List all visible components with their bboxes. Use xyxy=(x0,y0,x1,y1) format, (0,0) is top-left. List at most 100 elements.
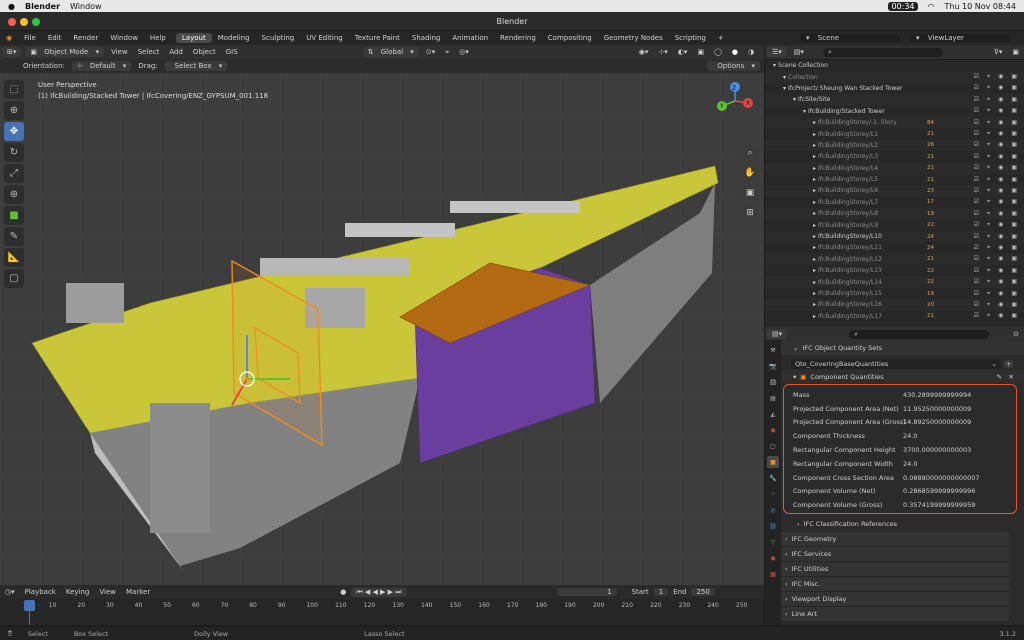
xray-icon[interactable]: ▣ xyxy=(692,48,709,56)
outliner-row[interactable]: ▸ IfcBuildingStorey/-1. Story 84 ☑ ⌖ ◉ ▣ xyxy=(765,116,1024,129)
visibility-toggles-icon[interactable]: ☑ ⌖ ◉ ▣ xyxy=(974,164,1020,172)
tab-sculpting[interactable]: Sculpting xyxy=(256,33,301,43)
outliner-row[interactable]: ▸ IfcBuildingStorey/L14 22 ☑ ⌖ ◉ ▣ xyxy=(765,276,1024,288)
timeline-ruler[interactable]: 1102030405060708090100110120130140150160… xyxy=(0,585,764,625)
outliner-row[interactable]: ▸ IfcBuildingStorey/L11 24 ☑ ⌖ ◉ ▣ xyxy=(765,242,1024,253)
properties-editor-type-button[interactable]: ▤▾ xyxy=(767,329,788,339)
camera-view-icon[interactable]: ▣ xyxy=(742,185,758,201)
outliner-row[interactable]: ▸ IfcBuildingStorey/L15 19 ☑ ⌖ ◉ ▣ xyxy=(765,288,1024,299)
visibility-toggles-icon[interactable]: ☑ ⌖ ◉ ▣ xyxy=(974,73,1020,81)
overlay-icon[interactable]: ◐▾ xyxy=(673,48,693,56)
outliner-row[interactable]: ▸ IfcBuildingStorey/L12 21 ☑ ⌖ ◉ ▣ xyxy=(765,253,1024,266)
tab-geometry-nodes[interactable]: Geometry Nodes xyxy=(598,33,669,43)
outliner-row[interactable]: ▸ IfcBuildingStorey/L9 22 ☑ ⌖ ◉ ▣ xyxy=(765,219,1024,230)
quantity-value[interactable]: 0.3574199999999959 xyxy=(903,501,975,509)
outliner-editor-type-button[interactable]: ☰▾ xyxy=(767,47,787,57)
remove-icon[interactable]: ✕ xyxy=(1009,373,1014,381)
outliner-row[interactable]: ▸ IfcBuildingStorey/L10 24 ☑ ⌖ ◉ ▣ xyxy=(765,230,1024,243)
visibility-toggles-icon[interactable]: ☑ ⌖ ◉ ▣ xyxy=(974,153,1020,161)
perspective-toggle-icon[interactable]: ⊞ xyxy=(742,205,758,221)
transform-tool-icon[interactable]: ⊛ xyxy=(4,185,24,204)
panel-ifc-utilities[interactable]: › IFC Utilities xyxy=(773,562,1009,577)
menu-help[interactable]: Help xyxy=(144,34,172,42)
outliner-row[interactable]: ▸ IfcBuildingStorey/L16 20 ☑ ⌖ ◉ ▣ xyxy=(765,299,1024,311)
expand-arrow-icon[interactable]: ▸ xyxy=(813,187,816,194)
shading-render-icon[interactable]: ◕▾ xyxy=(759,48,764,56)
shading-solid-icon[interactable]: ● xyxy=(727,48,743,56)
expand-arrow-icon[interactable]: ▾ xyxy=(783,74,786,81)
outliner-row[interactable]: ▾ IfcProject/ Sheung Wan Stacked Tower ☑ … xyxy=(765,83,1024,94)
expand-arrow-icon[interactable]: ▸ xyxy=(813,233,816,240)
outliner-search-input[interactable]: ⌕ xyxy=(822,47,943,57)
select-box-icon[interactable]: ⬚ xyxy=(4,80,24,99)
pan-hand-icon[interactable]: ✋ xyxy=(742,165,758,181)
quantity-value[interactable]: 0.08880000000000007 xyxy=(903,474,980,482)
outliner-row[interactable]: ▸ IfcBuildingStorey/L6 23 ☑ ⌖ ◉ ▣ xyxy=(765,185,1024,197)
visibility-toggles-icon[interactable]: ☑ ⌖ ◉ ▣ xyxy=(974,84,1020,92)
apple-icon[interactable]: ● xyxy=(8,2,15,11)
outliner-row[interactable]: ▾ IfcSite/Site ☑ ⌖ ◉ ▣ xyxy=(765,94,1024,106)
timeline[interactable]: ◷▾ Playback Keying View Marker ● ⏮ ◀ ◀ ▶… xyxy=(0,585,764,625)
interior-wall-2[interactable] xyxy=(345,223,455,237)
visibility-toggles-icon[interactable]: ☑ ⌖ ◉ ▣ xyxy=(974,141,1020,149)
outliner-row[interactable]: ▸ IfcBuildingStorey/L3 21 ☑ ⌖ ◉ ▣ xyxy=(765,151,1024,162)
minimize-window-button[interactable] xyxy=(20,18,28,26)
visibility-toggles-icon[interactable]: ☑ ⌖ ◉ ▣ xyxy=(974,96,1020,104)
orientation-dropdown[interactable]: ⊹ Default ▾ xyxy=(71,61,132,71)
maximize-window-button[interactable] xyxy=(32,18,40,26)
tab-rendering[interactable]: Rendering xyxy=(494,33,542,43)
filter-icon[interactable]: ⊽▾ xyxy=(989,48,1008,56)
visibility-toggles-icon[interactable]: ☑ ⌖ ◉ ▣ xyxy=(974,130,1020,138)
3d-viewport[interactable]: Z X Y User Perspective (1) IfcBuilding/S… xyxy=(0,73,764,585)
expand-arrow-icon[interactable]: ▸ xyxy=(813,119,816,126)
expand-arrow-icon[interactable]: ▸ xyxy=(813,256,816,263)
window-menu[interactable]: Window xyxy=(70,2,102,11)
proportional-edit-icon[interactable]: ◎▾ xyxy=(454,48,474,56)
quantity-value[interactable]: 14.89250000000009 xyxy=(903,418,971,426)
blender-logo-icon[interactable]: ◉ xyxy=(0,34,18,42)
expand-arrow-icon[interactable]: ▸ xyxy=(813,199,816,206)
texture-tab-icon[interactable]: ▦ xyxy=(767,568,779,580)
expand-arrow-icon[interactable]: ▸ xyxy=(813,244,816,251)
outliner-row[interactable]: ▸ IfcBuildingStorey/L2 26 ☑ ⌖ ◉ ▣ xyxy=(765,139,1024,152)
visibility-toggles-icon[interactable]: ☑ ⌖ ◉ ▣ xyxy=(974,107,1020,115)
visibility-toggles-icon[interactable]: ☑ ⌖ ◉ ▣ xyxy=(974,210,1020,218)
outliner-row[interactable]: ▾ Collection ☑ ⌖ ◉ ▣ xyxy=(765,71,1024,83)
collection-tab-icon[interactable]: ▢ xyxy=(767,440,779,452)
panel-ifc-misc[interactable]: › IFC Misc. xyxy=(773,577,1009,592)
app-menu[interactable]: Blender xyxy=(25,2,60,11)
editor-type-button[interactable]: ⊞▾ xyxy=(2,47,22,57)
visibility-toggles-icon[interactable]: ☑ ⌖ ◉ ▣ xyxy=(974,221,1020,229)
outliner-row[interactable]: ▸ IfcBuildingStorey/L13 22 ☑ ⌖ ◉ ▣ xyxy=(765,265,1024,276)
menu-view[interactable]: View xyxy=(106,48,133,56)
options-dropdown[interactable]: Options ▾ xyxy=(707,61,760,71)
outliner-row[interactable]: ▸ IfcBuildingStorey/L5 21 ☑ ⌖ ◉ ▣ xyxy=(765,174,1024,185)
qset-dropdown[interactable]: Qto_CoveringBaseQuantities ⌄ xyxy=(791,358,1001,369)
collection-icon[interactable]: ▾ xyxy=(773,62,776,69)
visibility-toggles-icon[interactable]: ☑ ⌖ ◉ ▣ xyxy=(974,119,1020,127)
material-tab-icon[interactable]: ◉ xyxy=(767,552,779,564)
menu-edit[interactable]: Edit xyxy=(42,34,68,42)
transform-orientation-dropdown[interactable]: ⇅ Global ▾ xyxy=(362,47,419,57)
menu-file[interactable]: File xyxy=(18,34,42,42)
view-layer-tab-icon[interactable]: ▤ xyxy=(767,392,779,404)
panel-ifc-geometry[interactable]: › IFC Geometry xyxy=(773,532,1009,547)
scene-tab-icon[interactable]: ◭ xyxy=(767,408,779,420)
expand-arrow-icon[interactable]: ▸ xyxy=(813,176,816,183)
outliner-display-mode-icon[interactable]: ▤▾ xyxy=(789,48,809,56)
visibility-toggles-icon[interactable]: ☑ ⌖ ◉ ▣ xyxy=(974,278,1020,286)
visibility-toggles-icon[interactable]: ☑ ⌖ ◉ ▣ xyxy=(974,312,1020,320)
quantity-value[interactable]: 24.0 xyxy=(903,432,917,440)
menu-window[interactable]: Window xyxy=(104,34,144,42)
visibility-toggles-icon[interactable]: ☑ ⌖ ◉ ▣ xyxy=(974,255,1020,263)
tab-layout[interactable]: Layout xyxy=(175,33,212,43)
menu-add[interactable]: Add xyxy=(164,48,188,56)
visibility-toggles-icon[interactable]: ☑ ⌖ ◉ ▣ xyxy=(974,267,1020,275)
expand-arrow-icon[interactable]: ▸ xyxy=(813,165,816,172)
visibility-toggles-icon[interactable]: ☑ ⌖ ◉ ▣ xyxy=(974,198,1020,206)
expand-arrow-icon[interactable]: ▸ xyxy=(813,279,816,286)
visibility-toggles-icon[interactable]: ☑ ⌖ ◉ ▣ xyxy=(974,187,1020,195)
drag-dropdown[interactable]: Select Box ▾ xyxy=(164,61,228,71)
viewlayer-selector[interactable]: ▾ ViewLayer xyxy=(910,34,1010,42)
pin-icon[interactable]: ⊙ xyxy=(1008,330,1024,338)
